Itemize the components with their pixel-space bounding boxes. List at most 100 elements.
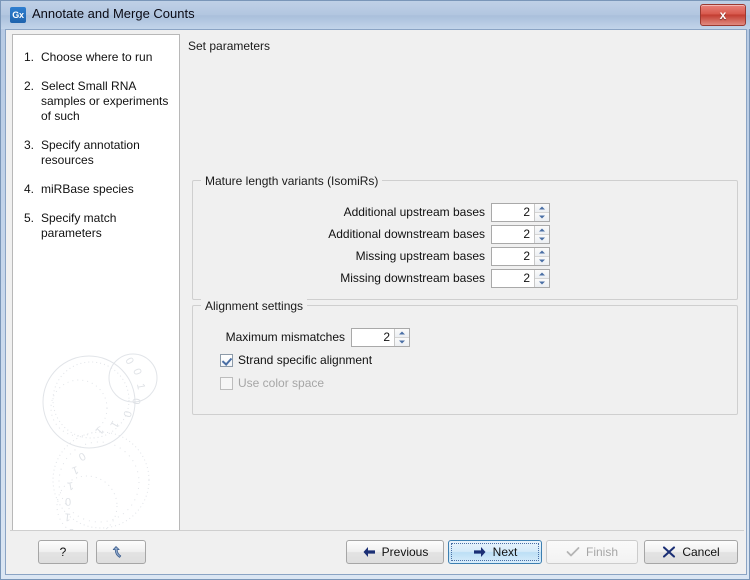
missing-upstream-bases-input[interactable] [492, 247, 534, 265]
step-number: 1. [24, 50, 35, 64]
additional-downstream-bases-spinner[interactable] [491, 224, 550, 244]
svg-text:0: 0 [65, 495, 72, 507]
maximum-mismatches-spinner[interactable] [351, 327, 410, 347]
spinner-buttons[interactable] [534, 225, 549, 243]
field-missing-downstream-bases: Missing downstream bases [193, 267, 585, 289]
dialog-window: Gx Annotate and Merge Counts x 1. Choose… [0, 0, 750, 580]
step-label: Specify match parameters [41, 211, 117, 240]
finish-button: Finish [546, 540, 638, 564]
close-button[interactable]: x [700, 4, 746, 26]
svg-text:0: 0 [122, 356, 135, 367]
parameters-panel: Set parameters Mature length variants (I… [184, 34, 742, 538]
field-additional-downstream-bases: Additional downstream bases [193, 223, 585, 245]
wizard-step-list: 1. Choose where to run 2. Select Small R… [13, 43, 179, 248]
field-label: Missing downstream bases [340, 271, 485, 285]
decorative-watermark: 0 0 1 0 0 1 1 0 1 1 0 1 0 1 [42, 353, 158, 537]
previous-button-label: Previous [381, 545, 429, 559]
next-button-label: Next [492, 545, 518, 559]
missing-downstream-bases-input[interactable] [492, 269, 534, 287]
svg-text:0: 0 [129, 398, 141, 405]
spinner-down-icon[interactable] [535, 278, 549, 287]
step-label: miRBase species [41, 182, 134, 196]
field-maximum-mismatches: Maximum mismatches [193, 326, 549, 348]
help-icon: ? [59, 545, 67, 559]
alignment-settings-group: Alignment settings Maximum mismatches St… [192, 299, 738, 415]
arrow-right-icon [473, 546, 487, 558]
spinner-buttons[interactable] [394, 328, 409, 346]
close-icon: x [719, 8, 727, 22]
cross-icon [662, 546, 676, 558]
sidebar-item-step-5[interactable]: 5. Specify match parameters [13, 204, 179, 248]
spinner-up-icon[interactable] [535, 269, 549, 279]
app-icon: Gx [10, 7, 26, 23]
dialog-button-bar: ? Previous Next Finish Cancel [10, 530, 744, 570]
field-label: Maximum mismatches [225, 330, 345, 344]
reset-button[interactable] [96, 540, 146, 564]
field-missing-upstream-bases: Missing upstream bases [193, 245, 585, 267]
spinner-buttons[interactable] [534, 247, 549, 265]
checkbox-checked-icon[interactable] [220, 353, 233, 367]
spinner-down-icon[interactable] [535, 212, 549, 221]
field-label: Additional upstream bases [343, 205, 485, 219]
svg-text:0: 0 [76, 449, 87, 462]
isomirs-group-title: Mature length variants (IsomiRs) [201, 174, 383, 188]
alignment-group-title: Alignment settings [201, 299, 308, 313]
step-label: Choose where to run [41, 50, 153, 64]
step-number: 3. [24, 138, 35, 152]
spinner-buttons[interactable] [534, 203, 549, 221]
svg-text:1: 1 [134, 382, 147, 390]
missing-upstream-bases-spinner[interactable] [491, 246, 550, 266]
wizard-steps-sidebar: 1. Choose where to run 2. Select Small R… [12, 34, 180, 538]
cancel-button[interactable]: Cancel [644, 540, 738, 564]
missing-downstream-bases-spinner[interactable] [491, 268, 550, 288]
svg-text:1: 1 [66, 479, 74, 492]
step-number: 5. [24, 211, 35, 225]
svg-text:1: 1 [93, 424, 106, 437]
checkbox-label: Strand specific alignment [238, 353, 373, 367]
sidebar-item-step-2[interactable]: 2. Select Small RNA samples or experimen… [13, 72, 179, 131]
finish-button-label: Finish [585, 545, 618, 559]
spinner-down-icon[interactable] [535, 234, 549, 243]
additional-upstream-bases-input[interactable] [492, 203, 534, 221]
cancel-button-label: Cancel [682, 545, 720, 559]
svg-text:0: 0 [130, 367, 143, 377]
title-bar: Gx Annotate and Merge Counts x [1, 1, 750, 29]
sidebar-item-step-1[interactable]: 1. Choose where to run [13, 43, 179, 72]
svg-text:1: 1 [64, 510, 71, 523]
next-button[interactable]: Next [448, 540, 542, 564]
spinner-up-icon[interactable] [535, 203, 549, 213]
spinner-up-icon[interactable] [395, 328, 409, 338]
checkbox-label: Use color space [238, 376, 325, 390]
field-label: Additional downstream bases [328, 227, 485, 241]
spinner-buttons[interactable] [534, 269, 549, 287]
svg-text:1: 1 [107, 419, 120, 430]
dialog-body: 1. Choose where to run 2. Select Small R… [5, 29, 747, 575]
sidebar-item-step-3[interactable]: 3. Specify annotation resources [13, 131, 179, 175]
step-number: 2. [24, 79, 35, 93]
spinner-down-icon[interactable] [395, 337, 409, 346]
previous-button[interactable]: Previous [346, 540, 444, 564]
checkmark-icon [566, 546, 580, 558]
step-label: Specify annotation resources [41, 138, 140, 167]
spinner-down-icon[interactable] [535, 256, 549, 265]
undo-arrow-icon [110, 544, 126, 560]
spinner-up-icon[interactable] [535, 225, 549, 235]
arrow-left-icon [362, 546, 376, 558]
isomirs-group: Mature length variants (IsomiRs) Additio… [192, 174, 738, 300]
svg-text:1: 1 [70, 463, 80, 476]
field-label: Missing upstream bases [355, 249, 485, 263]
maximum-mismatches-input[interactable] [352, 328, 394, 346]
step-label: Select Small RNA samples or experiments … [41, 79, 169, 123]
additional-upstream-bases-spinner[interactable] [491, 202, 550, 222]
additional-downstream-bases-input[interactable] [492, 225, 534, 243]
window-title: Annotate and Merge Counts [32, 6, 195, 21]
checkbox-use-color-space: Use color space [220, 374, 324, 392]
checkbox-unchecked-icon [220, 376, 233, 390]
help-button[interactable]: ? [38, 540, 88, 564]
checkbox-strand-specific-alignment[interactable]: Strand specific alignment [220, 351, 372, 369]
page-title: Set parameters [188, 39, 271, 53]
step-number: 4. [24, 182, 35, 196]
spinner-up-icon[interactable] [535, 247, 549, 257]
field-additional-upstream-bases: Additional upstream bases [193, 201, 585, 223]
sidebar-item-step-4[interactable]: 4. miRBase species [13, 175, 179, 204]
